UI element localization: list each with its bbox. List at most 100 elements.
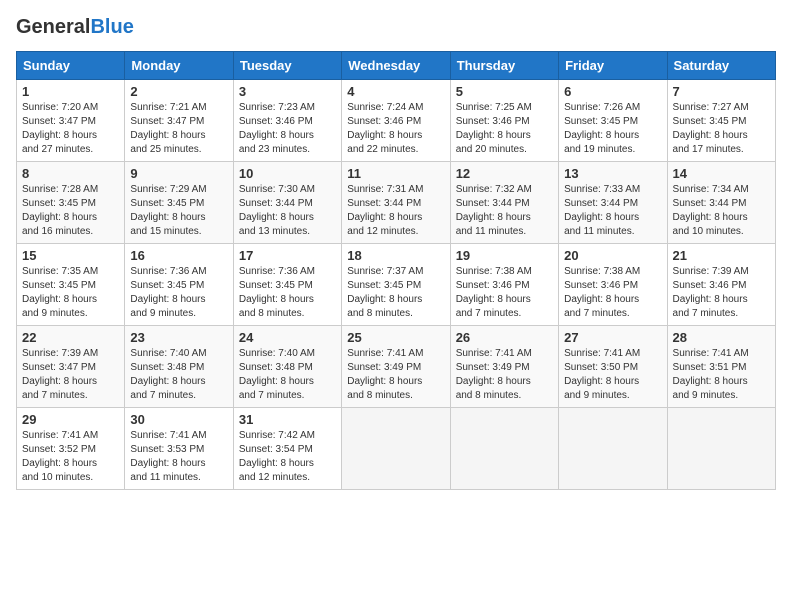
day-number: 8 — [22, 166, 119, 181]
day-info: Sunrise: 7:42 AMSunset: 3:54 PMDaylight:… — [239, 429, 336, 485]
day-info: Sunrise: 7:38 AMSunset: 3:46 PMDaylight:… — [456, 265, 553, 321]
calendar-cell: 26 Sunrise: 7:41 AMSunset: 3:49 PMDayligh… — [450, 326, 558, 408]
day-info: Sunrise: 7:31 AMSunset: 3:44 PMDaylight:… — [347, 183, 444, 239]
day-number: 11 — [347, 166, 444, 181]
calendar-cell — [342, 408, 450, 490]
calendar-cell: 9 Sunrise: 7:29 AMSunset: 3:45 PMDaylight… — [125, 162, 233, 244]
day-info: Sunrise: 7:28 AMSunset: 3:45 PMDaylight:… — [22, 183, 119, 239]
day-info: Sunrise: 7:25 AMSunset: 3:46 PMDaylight:… — [456, 101, 553, 157]
page-header: General GeneralBlue — [16, 16, 776, 39]
calendar-cell: 14 Sunrise: 7:34 AMSunset: 3:44 PMDayligh… — [667, 162, 775, 244]
day-number: 30 — [130, 412, 227, 427]
calendar-cell: 30Sunrise: 7:41 AMSunset: 3:53 PMDayligh… — [125, 408, 233, 490]
day-info: Sunrise: 7:41 AMSunset: 3:51 PMDaylight:… — [673, 347, 770, 403]
day-number: 1 — [22, 84, 119, 99]
day-info: Sunrise: 7:41 AMSunset: 3:49 PMDaylight:… — [347, 347, 444, 403]
col-friday: Friday — [559, 52, 667, 80]
calendar-cell: 21 Sunrise: 7:39 AMSunset: 3:46 PMDayligh… — [667, 244, 775, 326]
day-number: 15 — [22, 248, 119, 263]
day-number: 14 — [673, 166, 770, 181]
col-thursday: Thursday — [450, 52, 558, 80]
calendar-cell — [559, 408, 667, 490]
day-number: 26 — [456, 330, 553, 345]
day-info: Sunrise: 7:37 AMSunset: 3:45 PMDaylight:… — [347, 265, 444, 321]
calendar-cell: 18 Sunrise: 7:37 AMSunset: 3:45 PMDayligh… — [342, 244, 450, 326]
day-number: 10 — [239, 166, 336, 181]
day-number: 29 — [22, 412, 119, 427]
day-number: 23 — [130, 330, 227, 345]
calendar-cell: 17 Sunrise: 7:36 AMSunset: 3:45 PMDayligh… — [233, 244, 341, 326]
calendar-cell: 13 Sunrise: 7:33 AMSunset: 3:44 PMDayligh… — [559, 162, 667, 244]
day-info: Sunrise: 7:36 AMSunset: 3:45 PMDaylight:… — [239, 265, 336, 321]
day-number: 27 — [564, 330, 661, 345]
col-tuesday: Tuesday — [233, 52, 341, 80]
calendar-cell: 4 Sunrise: 7:24 AMSunset: 3:46 PMDaylight… — [342, 80, 450, 162]
logo: General GeneralBlue — [16, 16, 134, 39]
calendar-cell: 29 Sunrise: 7:41 AMSunset: 3:52 PMDayligh… — [17, 408, 125, 490]
calendar-cell: 1Sunrise: 7:20 AMSunset: 3:47 PMDaylight… — [17, 80, 125, 162]
day-number: 2 — [130, 84, 227, 99]
calendar-cell — [667, 408, 775, 490]
calendar-cell: 11 Sunrise: 7:31 AMSunset: 3:44 PMDayligh… — [342, 162, 450, 244]
calendar-week-3: 15 Sunrise: 7:35 AMSunset: 3:45 PMDayligh… — [17, 244, 776, 326]
calendar-cell: 3 Sunrise: 7:23 AMSunset: 3:46 PMDaylight… — [233, 80, 341, 162]
day-info: Sunrise: 7:39 AMSunset: 3:46 PMDaylight:… — [673, 265, 770, 321]
calendar-cell: 23 Sunrise: 7:40 AMSunset: 3:48 PMDayligh… — [125, 326, 233, 408]
day-number: 18 — [347, 248, 444, 263]
col-saturday: Saturday — [667, 52, 775, 80]
calendar-cell: 5 Sunrise: 7:25 AMSunset: 3:46 PMDaylight… — [450, 80, 558, 162]
day-number: 28 — [673, 330, 770, 345]
calendar-week-2: 8 Sunrise: 7:28 AMSunset: 3:45 PMDaylight… — [17, 162, 776, 244]
day-info: Sunrise: 7:24 AMSunset: 3:46 PMDaylight:… — [347, 101, 444, 157]
calendar-cell: 2 Sunrise: 7:21 AMSunset: 3:47 PMDaylight… — [125, 80, 233, 162]
day-info: Sunrise: 7:36 AMSunset: 3:45 PMDaylight:… — [130, 265, 227, 321]
day-number: 5 — [456, 84, 553, 99]
day-number: 22 — [22, 330, 119, 345]
day-number: 6 — [564, 84, 661, 99]
calendar-table: Sunday Monday Tuesday Wednesday Thursday… — [16, 51, 776, 490]
day-info: Sunrise: 7:33 AMSunset: 3:44 PMDaylight:… — [564, 183, 661, 239]
calendar-cell: 24Sunrise: 7:40 AMSunset: 3:48 PMDayligh… — [233, 326, 341, 408]
calendar-cell: 28 Sunrise: 7:41 AMSunset: 3:51 PMDayligh… — [667, 326, 775, 408]
day-info: Sunrise: 7:40 AMSunset: 3:48 PMDaylight:… — [239, 347, 336, 403]
day-number: 20 — [564, 248, 661, 263]
day-info: Sunrise: 7:35 AMSunset: 3:45 PMDaylight:… — [22, 265, 119, 321]
day-number: 7 — [673, 84, 770, 99]
day-info: Sunrise: 7:29 AMSunset: 3:45 PMDaylight:… — [130, 183, 227, 239]
day-number: 3 — [239, 84, 336, 99]
day-info: Sunrise: 7:30 AMSunset: 3:44 PMDaylight:… — [239, 183, 336, 239]
day-number: 19 — [456, 248, 553, 263]
calendar-cell: 7Sunrise: 7:27 AMSunset: 3:45 PMDaylight… — [667, 80, 775, 162]
day-number: 12 — [456, 166, 553, 181]
calendar-cell: 12 Sunrise: 7:32 AMSunset: 3:44 PMDayligh… — [450, 162, 558, 244]
day-info: Sunrise: 7:23 AMSunset: 3:46 PMDaylight:… — [239, 101, 336, 157]
day-info: Sunrise: 7:41 AMSunset: 3:52 PMDaylight:… — [22, 429, 119, 485]
day-info: Sunrise: 7:32 AMSunset: 3:44 PMDaylight:… — [456, 183, 553, 239]
day-number: 13 — [564, 166, 661, 181]
day-info: Sunrise: 7:21 AMSunset: 3:47 PMDaylight:… — [130, 101, 227, 157]
day-number: 4 — [347, 84, 444, 99]
col-wednesday: Wednesday — [342, 52, 450, 80]
calendar-cell: 15 Sunrise: 7:35 AMSunset: 3:45 PMDayligh… — [17, 244, 125, 326]
calendar-cell: 10 Sunrise: 7:30 AMSunset: 3:44 PMDayligh… — [233, 162, 341, 244]
col-sunday: Sunday — [17, 52, 125, 80]
calendar-week-1: 1Sunrise: 7:20 AMSunset: 3:47 PMDaylight… — [17, 80, 776, 162]
calendar-cell: 8 Sunrise: 7:28 AMSunset: 3:45 PMDaylight… — [17, 162, 125, 244]
calendar-cell: 27 Sunrise: 7:41 AMSunset: 3:50 PMDayligh… — [559, 326, 667, 408]
day-info: Sunrise: 7:41 AMSunset: 3:49 PMDaylight:… — [456, 347, 553, 403]
day-info: Sunrise: 7:40 AMSunset: 3:48 PMDaylight:… — [130, 347, 227, 403]
calendar-cell: 25Sunrise: 7:41 AMSunset: 3:49 PMDayligh… — [342, 326, 450, 408]
day-number: 17 — [239, 248, 336, 263]
calendar-week-4: 22Sunrise: 7:39 AMSunset: 3:47 PMDayligh… — [17, 326, 776, 408]
day-number: 31 — [239, 412, 336, 427]
col-monday: Monday — [125, 52, 233, 80]
calendar-cell: 16Sunrise: 7:36 AMSunset: 3:45 PMDayligh… — [125, 244, 233, 326]
day-number: 9 — [130, 166, 227, 181]
calendar-cell: 19 Sunrise: 7:38 AMSunset: 3:46 PMDayligh… — [450, 244, 558, 326]
calendar-cell: 22Sunrise: 7:39 AMSunset: 3:47 PMDayligh… — [17, 326, 125, 408]
day-info: Sunrise: 7:34 AMSunset: 3:44 PMDaylight:… — [673, 183, 770, 239]
calendar-cell — [450, 408, 558, 490]
day-info: Sunrise: 7:41 AMSunset: 3:50 PMDaylight:… — [564, 347, 661, 403]
logo-text: GeneralBlue — [16, 16, 134, 39]
day-number: 21 — [673, 248, 770, 263]
